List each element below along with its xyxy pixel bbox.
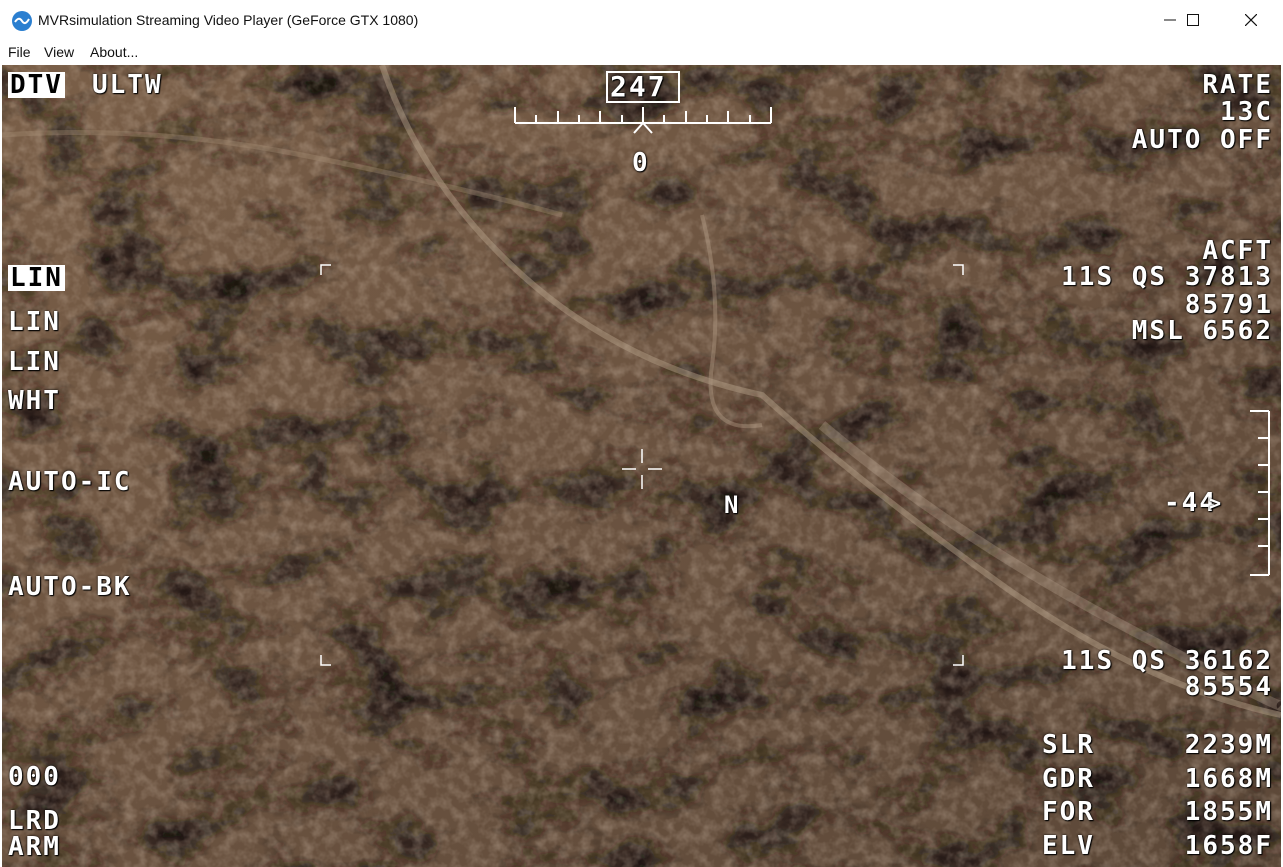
menu-file[interactable]: File <box>8 44 31 60</box>
window-title: MVRsimulation Streaming Video Player (Ge… <box>38 12 419 28</box>
target-northing: 85554 <box>1184 672 1273 702</box>
acft-label: ACFT <box>1202 236 1273 266</box>
rate-label: RATE <box>1202 70 1273 100</box>
aircraft-northing: 85791 <box>1184 290 1273 320</box>
fov-corner-bottom-left <box>320 655 331 666</box>
north-indicator: N <box>724 491 741 519</box>
menu-about[interactable]: About... <box>90 44 138 60</box>
fov-corner-top-left <box>320 264 331 275</box>
menu-bar: File View About... <box>0 41 1283 65</box>
elv-label: ELV <box>1042 831 1095 861</box>
gdr-label: GDR <box>1042 764 1095 794</box>
crosshair-reticle <box>622 449 662 489</box>
heading-offset: 0 <box>632 148 650 178</box>
for-value: 1855M <box>1184 797 1273 827</box>
maximize-icon <box>1187 14 1199 26</box>
slr-value: 2239M <box>1184 730 1273 760</box>
auto-bk-label: AUTO-BK <box>8 572 132 602</box>
heading-tape <box>514 107 772 134</box>
polarity-label: WHT <box>8 386 61 416</box>
menu-view[interactable]: View <box>44 44 74 60</box>
video-viewport[interactable]: DTV ULTW LIN LIN LIN WHT AUTO-IC AUTO-BK… <box>2 65 1281 867</box>
auto-status: AUTO OFF <box>1131 125 1273 155</box>
close-icon <box>1245 14 1257 26</box>
slr-label: SLR <box>1042 730 1095 760</box>
gain-setting-3: LIN <box>8 347 61 377</box>
fov-corner-top-right <box>953 264 964 275</box>
fov-label: ULTW <box>92 70 163 100</box>
aircraft-msl: MSL 6562 <box>1131 316 1273 346</box>
gain-setting-2: LIN <box>8 307 61 337</box>
sensor-mode-label: DTV <box>8 70 65 100</box>
for-label: FOR <box>1042 797 1095 827</box>
app-logo-icon <box>12 11 32 31</box>
aircraft-grid: 11S QS 37813 <box>1061 262 1273 292</box>
depression-marker: > <box>1209 491 1224 515</box>
target-grid: 11S QS 36162 <box>1061 646 1273 676</box>
title-bar: MVRsimulation Streaming Video Player (Ge… <box>0 0 1283 41</box>
fov-corner-bottom-right <box>953 655 964 666</box>
maximize-button[interactable] <box>1170 0 1216 41</box>
heading-value: 247 <box>610 70 667 103</box>
close-button[interactable] <box>1228 0 1274 41</box>
elv-value: 1658F <box>1184 831 1273 861</box>
gdr-value: 1668M <box>1184 764 1273 794</box>
gain-setting-1: LIN <box>8 263 65 293</box>
laser-code: 000 <box>8 762 61 792</box>
arm-label: ARM <box>8 832 61 862</box>
lrd-label: LRD <box>8 806 61 836</box>
pitch-scale <box>1250 410 1270 576</box>
auto-ic-label: AUTO-IC <box>8 467 132 497</box>
temperature: 13C <box>1220 97 1273 127</box>
